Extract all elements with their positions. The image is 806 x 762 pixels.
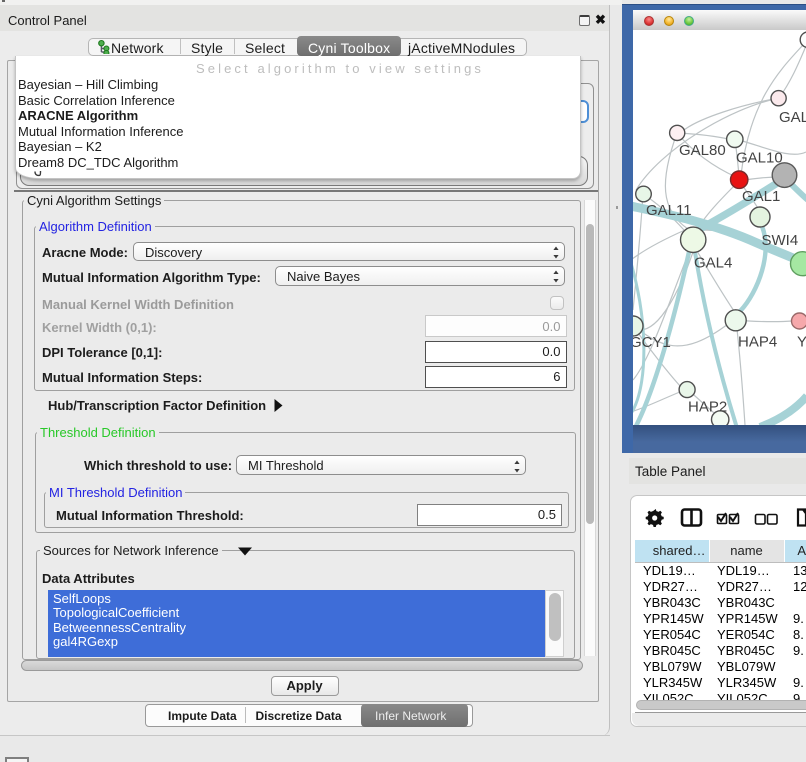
svg-text:GAL10: GAL10	[736, 150, 783, 167]
svg-text:Y: Y	[797, 334, 806, 351]
svg-text:GCY1: GCY1	[633, 334, 671, 351]
svg-text:SWI4: SWI4	[762, 232, 799, 249]
svg-text:GAL4: GAL4	[694, 255, 732, 272]
svg-text:HAP4: HAP4	[738, 334, 777, 351]
svg-text:GAL1: GAL1	[742, 188, 780, 205]
svg-text:HAP2: HAP2	[688, 399, 727, 416]
svg-text:GAL7: GAL7	[779, 109, 806, 126]
svg-text:GAL11: GAL11	[646, 202, 692, 219]
svg-text:GAL80: GAL80	[679, 142, 726, 159]
